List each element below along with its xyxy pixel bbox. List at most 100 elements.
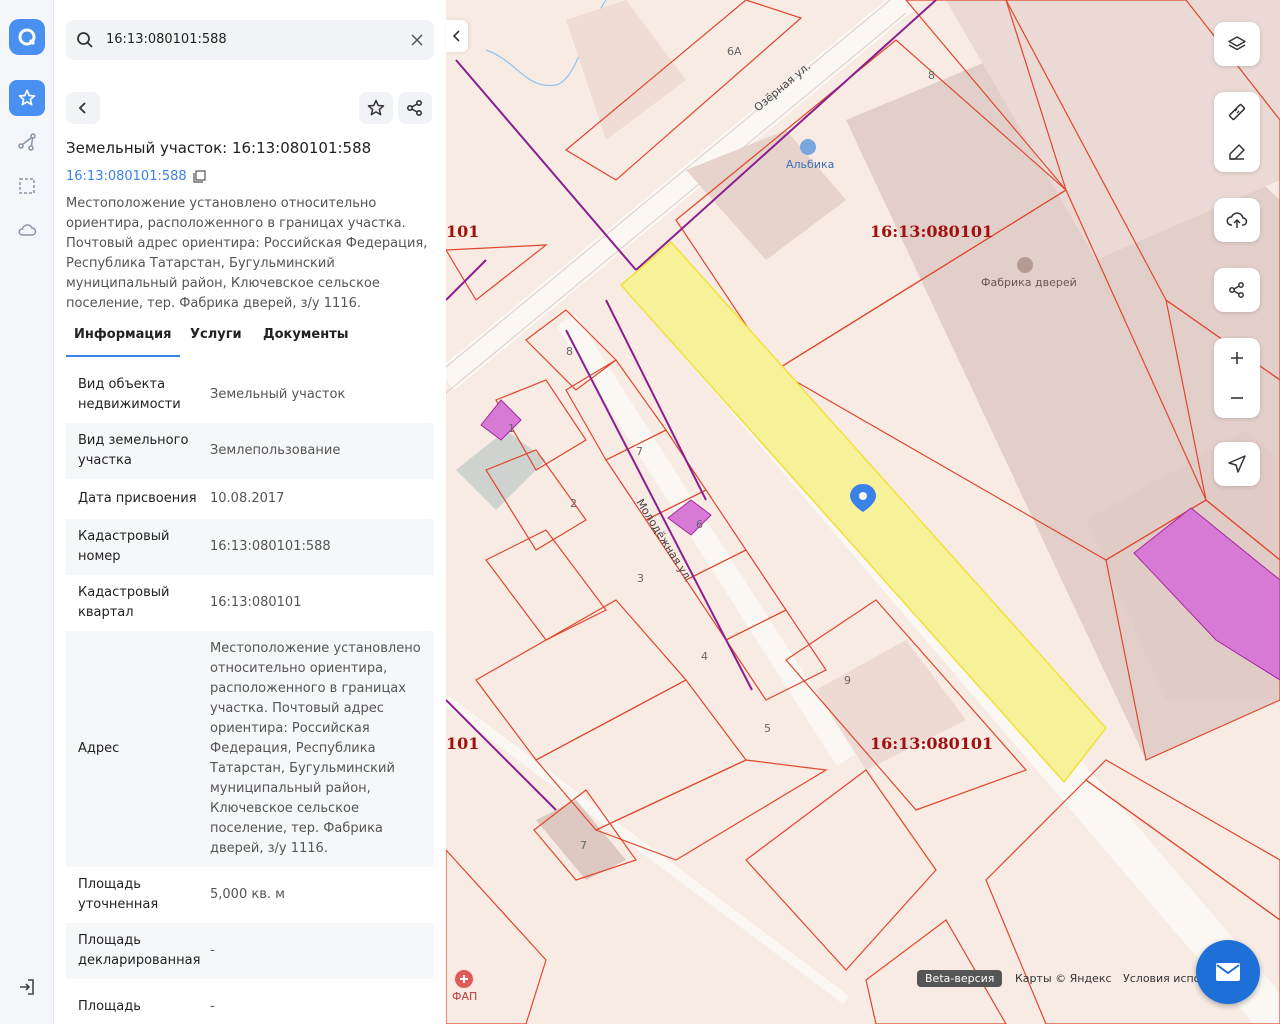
left-rail <box>0 0 54 1024</box>
terms-link[interactable]: Условия испол <box>1123 972 1207 985</box>
map-svg[interactable]: 16:13:080101 16:13:080101 101 101 Озёрна… <box>446 0 1280 1024</box>
cad-number-link[interactable]: 16:13:080101:588 <box>66 169 206 184</box>
info-key: Площадь декларированная <box>78 933 201 968</box>
info-value: 5,000 кв. м <box>210 887 285 902</box>
add-favorite-button[interactable] <box>359 92 393 124</box>
info-value: 16:13:080101:588 <box>210 539 331 554</box>
logo-icon <box>18 28 36 46</box>
map-canvas[interactable]: 16:13:080101 16:13:080101 101 101 Озёрна… <box>446 0 1280 1024</box>
poi-shop-icon[interactable] <box>800 139 816 155</box>
quarter-label: 101 <box>446 222 479 241</box>
mail-icon <box>1216 963 1240 981</box>
share-icon <box>1229 282 1244 298</box>
draw-button[interactable] <box>1222 137 1252 167</box>
house-number: 7 <box>580 839 587 852</box>
info-key: Кадастровый номер <box>78 529 170 564</box>
search-box[interactable]: 16:13:080101:588 <box>66 20 434 60</box>
search-input[interactable]: 16:13:080101:588 <box>106 32 227 47</box>
feedback-button[interactable] <box>1196 940 1260 1004</box>
house-number: 4 <box>701 650 708 663</box>
login-icon <box>20 979 34 995</box>
object-title: Земельный участок: 16:13:080101:588 <box>66 139 372 157</box>
share-tool[interactable] <box>1214 268 1260 312</box>
house-number: 6А <box>727 45 742 58</box>
house-number: 7 <box>636 445 643 458</box>
measure-tools <box>1214 92 1260 172</box>
poi-factory-icon[interactable] <box>1017 257 1033 273</box>
info-row: Площадь - <box>66 979 434 1024</box>
geolocation-button[interactable] <box>1222 449 1252 479</box>
plus-icon <box>1231 352 1243 364</box>
layers-icon <box>1228 36 1246 51</box>
info-row: Вид объекта недвижимости Земельный участо… <box>66 367 434 423</box>
info-row: Площадь декларированная - <box>66 923 434 979</box>
route-button[interactable] <box>15 130 39 154</box>
quarter-label: 16:13:080101 <box>870 222 993 241</box>
info-value: - <box>210 999 215 1014</box>
copy-icon[interactable] <box>193 170 206 183</box>
info-key: Кадастровый квартал <box>78 585 170 620</box>
share-icon <box>406 99 423 117</box>
upload-button[interactable] <box>1222 205 1252 235</box>
object-description: Местоположение установлено относительно … <box>66 196 428 311</box>
info-value: Местоположение установлено относительно … <box>210 641 421 856</box>
ruler-button[interactable] <box>1222 97 1252 127</box>
info-key: Площадь уточненная <box>78 877 159 912</box>
select-area-button[interactable] <box>15 174 39 198</box>
house-number: 8 <box>928 69 935 82</box>
house-number: 6 <box>696 518 703 531</box>
upload-tool[interactable] <box>1214 198 1260 242</box>
quarter-label: 16:13:080101 <box>870 734 993 753</box>
info-key: Вид земельного участка <box>78 433 189 468</box>
info-row: Дата присвоения 10.08.2017 <box>66 479 434 519</box>
ruler-icon <box>1228 103 1246 121</box>
info-key: Адрес <box>78 741 120 756</box>
info-key: Площадь <box>78 999 141 1014</box>
quarter-label: 101 <box>446 734 479 753</box>
house-number: 8 <box>566 345 573 358</box>
info-value: Землепользование <box>210 443 341 458</box>
route-icon <box>18 133 36 151</box>
zoom-in-button[interactable] <box>1222 343 1252 373</box>
app-logo[interactable] <box>9 19 45 55</box>
favorites-button[interactable] <box>9 80 45 116</box>
poi-label-fap: ФАП <box>452 990 477 1003</box>
tab-bar: Информация Услуги Документы <box>66 322 434 357</box>
cloud-icon <box>18 224 37 236</box>
beta-badge: Beta-версия <box>917 970 1003 987</box>
cloud-upload-icon <box>1226 212 1248 228</box>
map-share-button[interactable] <box>1222 275 1252 305</box>
tab-information[interactable]: Информация <box>66 327 179 357</box>
layers-button[interactable] <box>1222 29 1252 59</box>
tab-documents[interactable]: Документы <box>263 327 349 342</box>
cad-number-text[interactable]: 16:13:080101:588 <box>66 169 187 184</box>
map-attribution: Карты © Яндекс Условия испол <box>1015 972 1215 985</box>
star-outline-icon <box>367 99 385 116</box>
geolocation-tool[interactable] <box>1214 442 1260 486</box>
house-number: 3 <box>637 572 644 585</box>
info-table: Вид объекта недвижимости Земельный участо… <box>66 367 434 1024</box>
clear-icon[interactable] <box>409 32 425 48</box>
layers-tool[interactable] <box>1214 22 1260 66</box>
cloud-button[interactable] <box>15 218 39 242</box>
minus-icon <box>1231 397 1243 399</box>
login-button[interactable] <box>15 975 39 999</box>
object-panel: 16:13:080101:588 Земельный участок: 16:1… <box>54 0 446 1024</box>
collapse-panel-button[interactable] <box>446 20 468 52</box>
house-number: 9 <box>844 674 851 687</box>
chevron-left-icon <box>78 102 86 114</box>
info-key: Вид объекта недвижимости <box>78 377 181 412</box>
dashed-square-icon <box>19 178 35 194</box>
back-button[interactable] <box>66 92 100 124</box>
info-key: Дата присвоения <box>78 491 197 506</box>
info-row: Адрес Местоположение установлено относите… <box>66 631 434 867</box>
tab-services[interactable]: Услуги <box>190 327 242 342</box>
info-value: Земельный участок <box>210 387 346 402</box>
info-row: Площадь уточненная 5,000 кв. м <box>66 867 434 923</box>
maps-credit[interactable]: Карты © Яндекс <box>1015 972 1112 985</box>
chevron-left-icon <box>452 30 460 42</box>
zoom-out-button[interactable] <box>1222 383 1252 413</box>
info-row: Вид земельного участка Землепользование <box>66 423 434 479</box>
share-button[interactable] <box>398 92 432 124</box>
house-number: 5 <box>764 722 771 735</box>
